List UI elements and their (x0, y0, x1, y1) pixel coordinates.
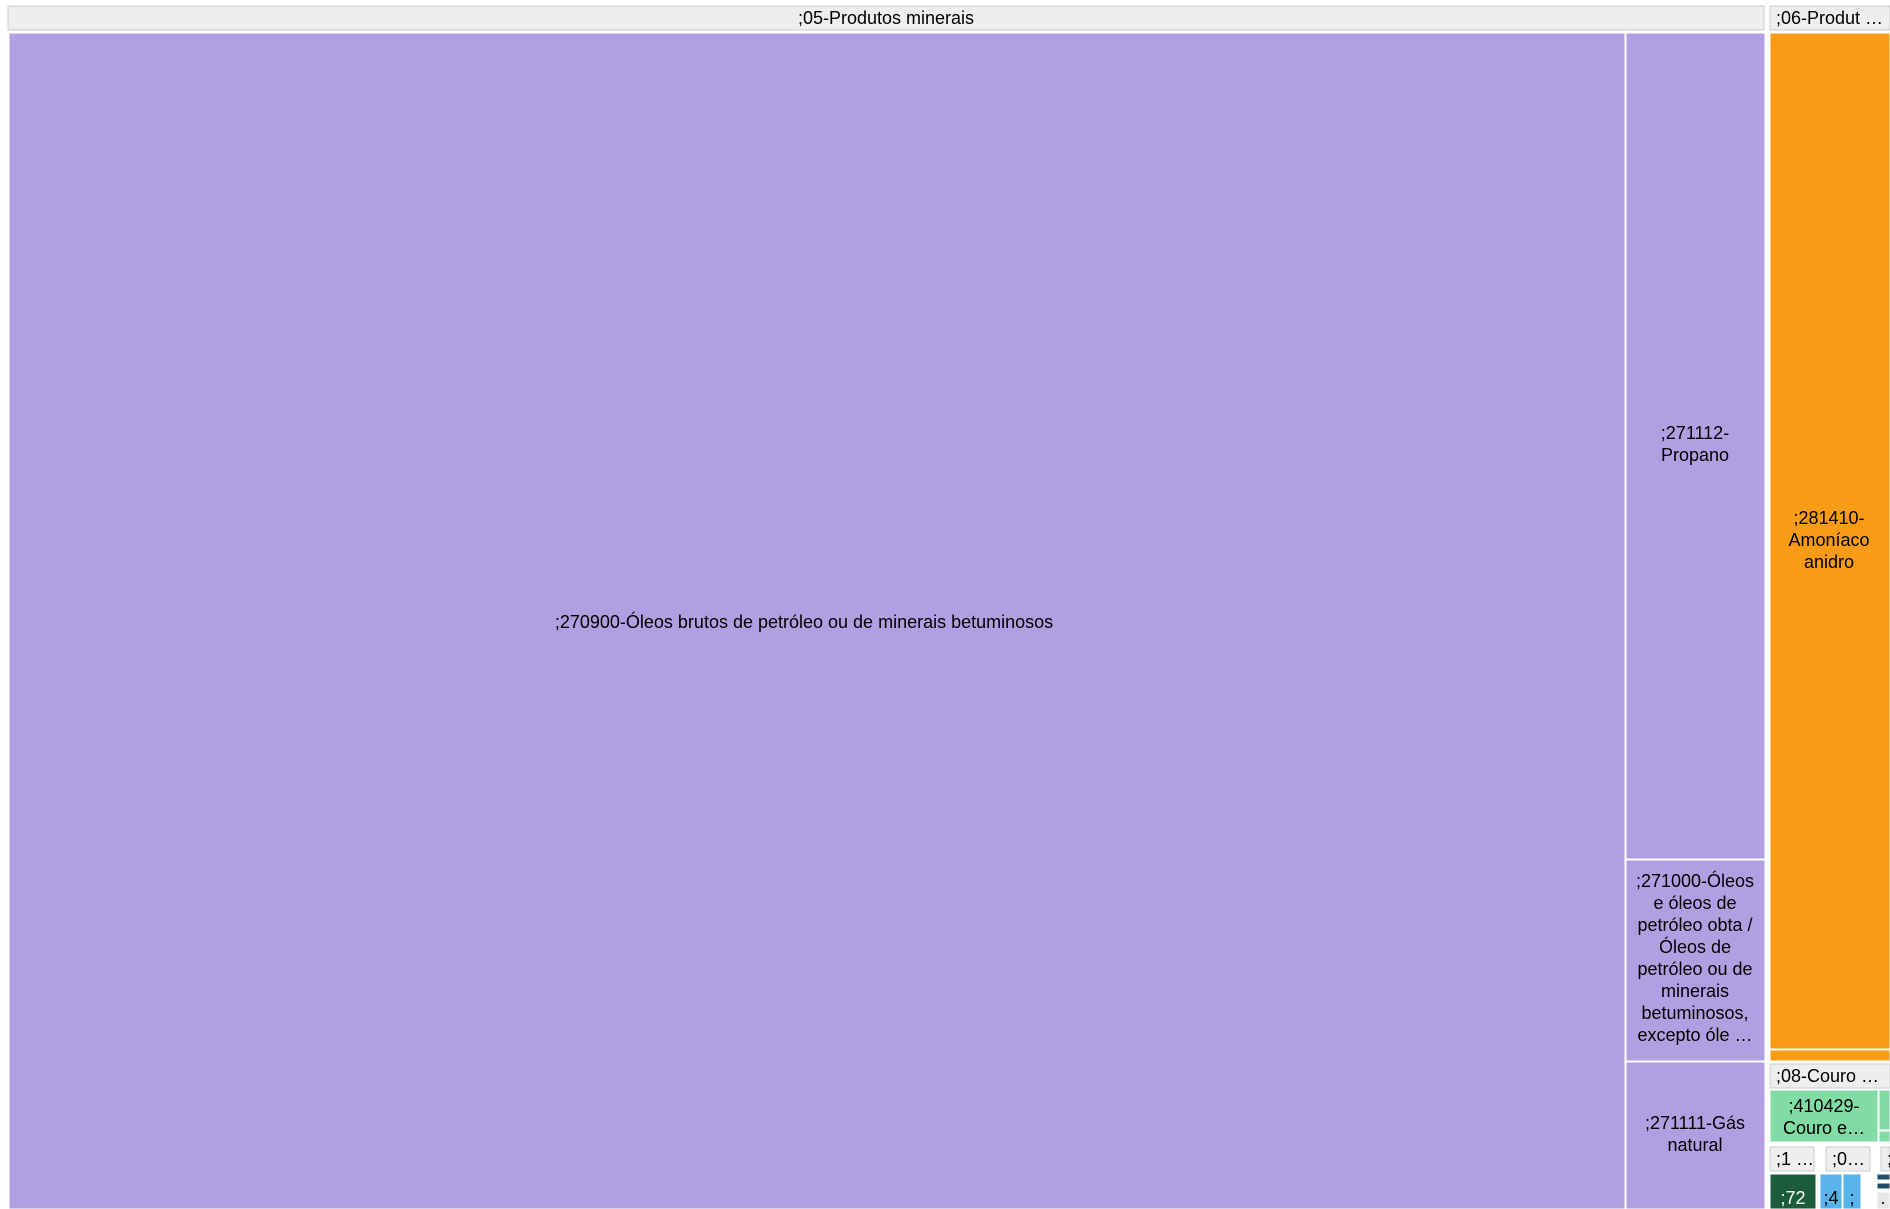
group-header-05-label: ;05-Produtos minerais (798, 8, 974, 28)
leaf-4-label: ;4 (1823, 1188, 1838, 1208)
leaf-72-label: ;72 (1780, 1188, 1805, 1208)
group-header-0-label: ;0… (1832, 1149, 1865, 1169)
leaf-grey-label: ; (1880, 1196, 1885, 1209)
treemap-chart: ;05-Produtos minerais ;270900-Óleos bruto… (7, 5, 1890, 1209)
leaf-dark-b (1876, 1182, 1890, 1190)
leaf-06-small (1769, 1049, 1890, 1062)
leaf-dark-a (1876, 1173, 1890, 1181)
leaf-08-small-b (1878, 1130, 1890, 1143)
group-header-06-label: ;06-Produt … (1776, 8, 1883, 28)
leaf-270900-label: ;270900-Óleos brutos de petróleo ou de m… (555, 611, 1053, 632)
leaf-08-small-a (1878, 1089, 1890, 1131)
group-header-08-label: ;08-Couro … (1776, 1066, 1879, 1086)
leaf-4b-label: ; (1849, 1188, 1854, 1208)
group-header-1-label: ;1 … (1776, 1149, 1814, 1169)
